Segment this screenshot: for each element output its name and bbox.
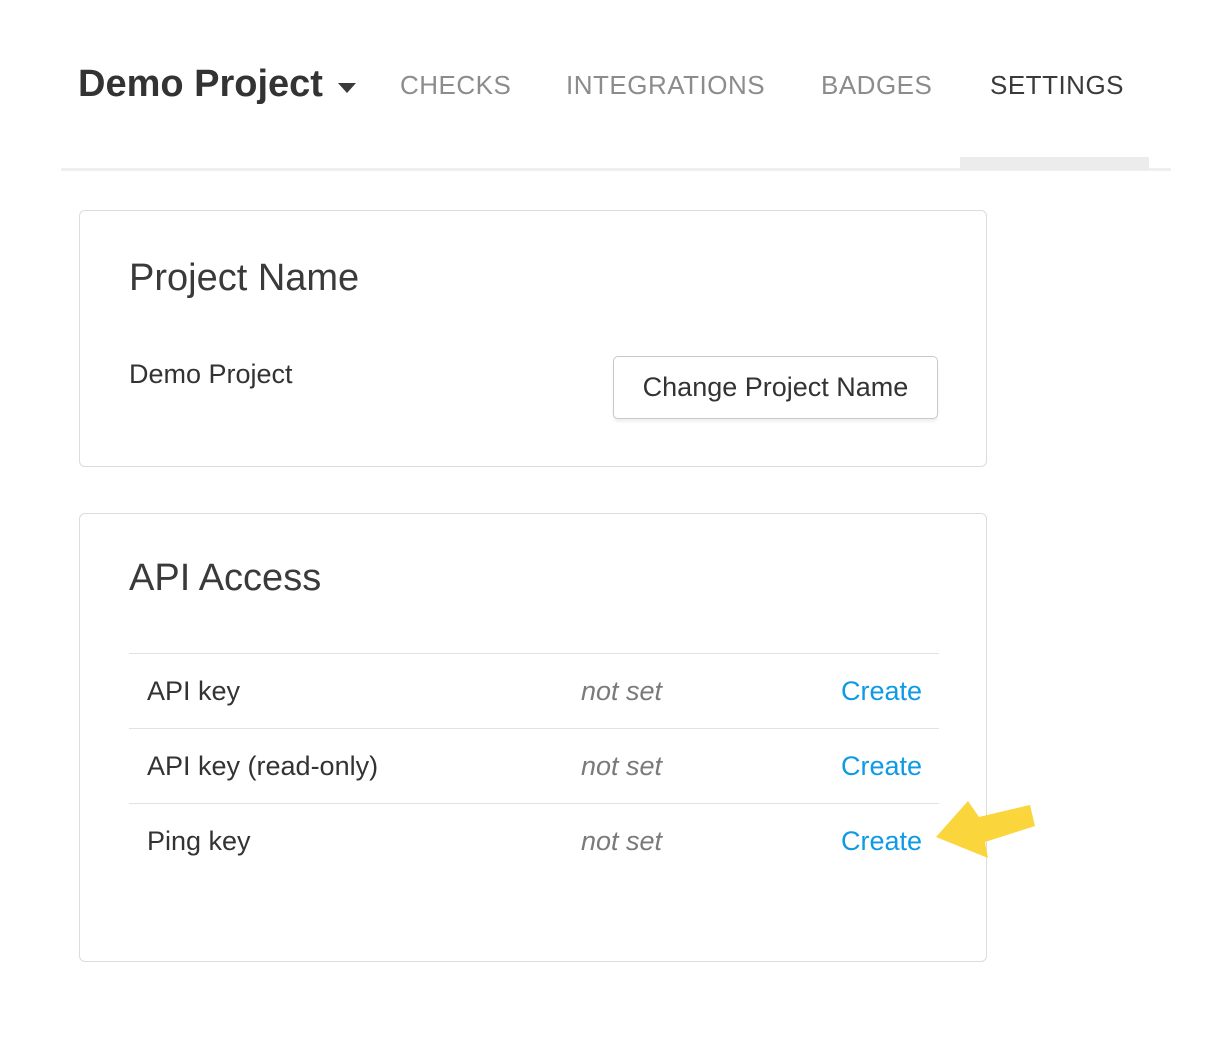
project-name-card: Project Name Demo Project Change Project…	[79, 210, 987, 467]
project-switcher-dropdown[interactable]: Demo Project	[78, 63, 356, 107]
row-label: API key (read-only)	[129, 751, 581, 782]
row-label: API key	[129, 676, 581, 707]
project-name-title: Demo Project	[78, 63, 323, 107]
api-access-card: API Access API key not set Create API ke…	[79, 513, 987, 962]
table-row-ping-key: Ping key not set Create	[129, 803, 939, 878]
current-project-name: Demo Project	[129, 359, 293, 390]
tab-checks[interactable]: CHECKS	[400, 71, 511, 101]
api-keys-table: API key not set Create API key (read-onl…	[129, 653, 939, 878]
row-value: not set	[581, 751, 662, 782]
project-settings-page: Demo Project CHECKS INTEGRATIONS BADGES …	[0, 0, 1220, 1059]
api-access-card-title: API Access	[129, 558, 321, 600]
create-ping-key-link[interactable]: Create	[841, 826, 939, 857]
project-name-card-title: Project Name	[129, 258, 359, 300]
table-row-api-key-readonly: API key (read-only) not set Create	[129, 728, 939, 803]
tab-settings[interactable]: SETTINGS	[990, 71, 1124, 101]
row-label: Ping key	[129, 826, 581, 857]
tab-badges[interactable]: BADGES	[821, 71, 932, 101]
row-value: not set	[581, 676, 662, 707]
row-value: not set	[581, 826, 662, 857]
create-api-key-link[interactable]: Create	[841, 676, 939, 707]
active-tab-indicator	[960, 157, 1149, 170]
create-readonly-api-key-link[interactable]: Create	[841, 751, 939, 782]
change-project-name-button[interactable]: Change Project Name	[613, 356, 938, 419]
chevron-down-icon	[338, 83, 356, 93]
table-row-api-key: API key not set Create	[129, 653, 939, 728]
tab-integrations[interactable]: INTEGRATIONS	[566, 71, 765, 101]
